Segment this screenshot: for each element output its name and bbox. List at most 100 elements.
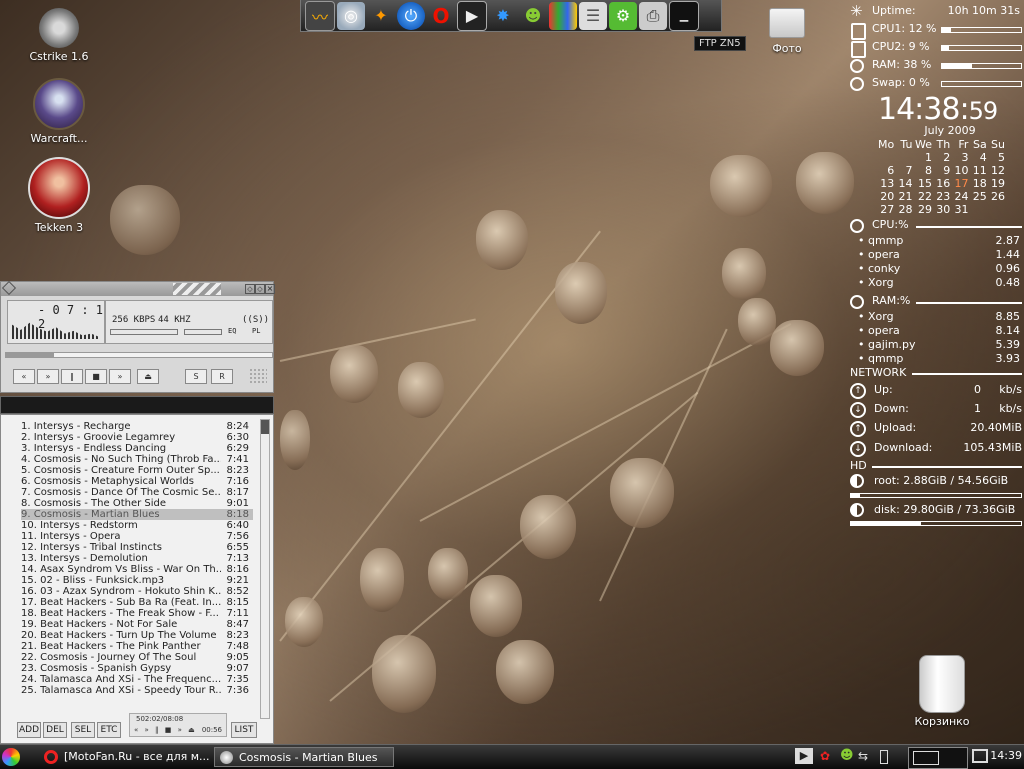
calendar-month: July 2009 [924, 124, 976, 137]
taskbar-clock[interactable]: 14:39 [990, 749, 1022, 762]
desktop-icon-trash[interactable]: Корзинко [897, 655, 987, 728]
audio-waveform-icon[interactable]: 〰 [305, 0, 335, 31]
terminal-icon[interactable]: ▁ [669, 0, 699, 31]
disk-icon[interactable]: ◎ [337, 1, 365, 30]
playlist-row[interactable]: 12. Intersys - Tribal Instincts 6:55 [21, 542, 253, 553]
playlist-scrollbar[interactable] [260, 419, 270, 719]
start-menu-icon[interactable] [2, 748, 20, 766]
calendar-day: 5 [998, 151, 1005, 164]
balance-slider[interactable] [184, 329, 222, 335]
calendar-day: 29 [918, 203, 932, 216]
playlist-row[interactable]: 15. 02 - Bliss - Funksick.mp3 9:21 [21, 575, 253, 586]
desktop-icon-label: Tekken 3 [34, 221, 84, 234]
network-icon[interactable]: ✸ [489, 2, 517, 30]
minimize-icon[interactable]: ◇ [245, 284, 255, 294]
tray-media-play-icon[interactable]: ▶ [795, 748, 813, 764]
playlist-row[interactable]: 16. 03 - Azax Syndrom - Hokuto Shin K...… [21, 586, 253, 597]
playlist-row[interactable]: 4. Cosmosis - No Such Thing (Throb Fa...… [21, 454, 253, 465]
playlist-row[interactable]: 8. Cosmosis - The Other Side 9:01 [21, 498, 253, 509]
power-icon[interactable]: ⏻ [397, 1, 425, 30]
calendar-day: 28 [898, 203, 913, 216]
elapsed-time[interactable]: - 0 7 : 1 2 [38, 303, 104, 331]
taskbar-item-player[interactable]: Cosmosis - Martian Blues [214, 747, 394, 767]
shuffle-button[interactable]: S [185, 369, 207, 384]
up-value: 0 [974, 383, 981, 396]
next-button[interactable]: » [109, 369, 131, 384]
add-button[interactable]: ADD [17, 722, 41, 738]
playlist-row[interactable]: 21. Beat Hackers - The Pink Panther 7:48 [21, 641, 253, 652]
stop-button[interactable]: ■ [85, 369, 107, 384]
playlist-row[interactable]: 18. Beat Hackers - The Freak Show - F...… [21, 608, 253, 619]
etc-button[interactable]: ETC [97, 722, 121, 738]
tray-battery-icon[interactable] [880, 750, 888, 764]
desktop-icon-cstrike[interactable]: Cstrike 1.6 [14, 8, 104, 63]
playlist-row[interactable]: 2. Intersys - Groovie Legamrey 6:30 [21, 432, 253, 443]
media-play-icon[interactable]: ▶ [457, 0, 487, 31]
volume-slider[interactable] [110, 329, 178, 335]
colors-icon[interactable] [549, 1, 577, 30]
eject-button[interactable]: ⏏ [137, 369, 159, 384]
playlist-row[interactable]: 23. Cosmosis - Spanish Gypsy 9:07 [21, 663, 253, 674]
playlist-row[interactable]: 25. Talamasca And XSi - Speedy Tour R...… [21, 685, 253, 696]
utility-icon[interactable]: ⚙ [609, 1, 637, 30]
pause-button[interactable]: ‖ [61, 369, 83, 384]
printer-icon[interactable]: ⎙ [639, 1, 667, 30]
desktop-icon-foto[interactable]: Фото [742, 8, 832, 55]
playlist-row[interactable]: 11. Intersys - Opera 7:56 [21, 531, 253, 542]
playlist-row[interactable]: 14. Asax Syndrom Vs Bliss - War On Th...… [21, 564, 253, 575]
track-duration: 6:30 [226, 432, 249, 443]
playlist-row[interactable]: 19. Beat Hackers - Not For Sale 8:47 [21, 619, 253, 630]
cpu1-icon [851, 23, 866, 40]
previous-button[interactable]: « [13, 369, 35, 384]
playlist-titlebar[interactable] [0, 396, 274, 414]
track-duration: 8:23 [226, 630, 249, 641]
pl-toggle[interactable]: PL [252, 327, 260, 335]
list-button[interactable]: LIST [231, 722, 257, 738]
scrollbar-thumb[interactable] [261, 420, 269, 434]
rewind-button[interactable]: » [37, 369, 59, 384]
taskbar-item-browser[interactable]: [MotoFan.Ru - все для м... [40, 747, 210, 767]
track-duration: 8:24 [226, 421, 249, 432]
playlist-row[interactable]: 5. Cosmosis - Creature Form Outer Sp... 8… [21, 465, 253, 476]
track-duration: 9:07 [226, 663, 249, 674]
process-row: conky 0.96 [858, 262, 1022, 276]
track-duration: 6:29 [226, 443, 249, 454]
repeat-button[interactable]: R [211, 369, 233, 384]
close-icon[interactable]: × [265, 284, 275, 294]
files-icon[interactable]: ☰ [579, 1, 607, 30]
eq-toggle[interactable]: EQ [228, 327, 236, 335]
playlist-row[interactable]: 22. Cosmosis - Journey Of The Soul 9:05 [21, 652, 253, 663]
playlist-row[interactable]: 10. Intersys - Redstorm 6:40 [21, 520, 253, 531]
tools-icon[interactable]: ✦ [367, 2, 395, 30]
upload-icon: ↑ [850, 421, 866, 437]
playlist-row[interactable]: 13. Intersys - Demolution 7:13 [21, 553, 253, 564]
process-value: 8.85 [995, 310, 1021, 323]
select-button[interactable]: SEL [71, 722, 95, 738]
tray-user-icon[interactable]: ☻ [840, 748, 854, 764]
playlist-row[interactable]: 24. Talamasca And XSi - The Frequenc... 7… [21, 674, 253, 685]
delete-button[interactable]: DEL [43, 722, 67, 738]
process-row: gajim.py 5.39 [858, 338, 1022, 352]
playlist-row[interactable]: 9. Cosmosis - Martian Blues 8:18 [21, 509, 253, 520]
mini-controls[interactable]: « » ‖ ■ » ⏏ [134, 726, 197, 734]
playlist-row[interactable]: 7. Cosmosis - Dance Of The Cosmic Se... 8… [21, 487, 253, 498]
desktop-icon-warcraft[interactable]: Warcraft... [14, 78, 104, 145]
tray-network-icon[interactable]: ⇆ [858, 748, 874, 764]
playlist-row[interactable]: 20. Beat Hackers - Turn Up The Volume 8:2… [21, 630, 253, 641]
seek-bar[interactable] [5, 352, 273, 358]
desktop-icon-tekken[interactable]: Tekken 3 [14, 157, 104, 234]
down-value: 1 [974, 402, 981, 415]
playlist-row[interactable]: 1. Intersys - Recharge 8:24 [21, 421, 253, 432]
menu-icon[interactable] [1, 280, 17, 296]
player-titlebar[interactable]: ◇ ◇ × [1, 280, 275, 296]
shade-icon[interactable]: ◇ [255, 284, 265, 294]
playlist-row[interactable]: 6. Cosmosis - Metaphysical Worlds 7:16 [21, 476, 253, 487]
playlist-row[interactable]: 3. Intersys - Endless Dancing 6:29 [21, 443, 253, 454]
opera-icon[interactable]: O [427, 2, 455, 30]
tray-opera-icon[interactable]: ✿ [820, 749, 834, 763]
show-desktop-icon[interactable] [972, 749, 988, 763]
user-icon[interactable]: ☻ [519, 2, 547, 30]
resize-grip-icon[interactable] [249, 368, 267, 384]
playlist-row[interactable]: 17. Beat Hackers - Sub Ba Ra (Feat. In..… [21, 597, 253, 608]
desktop-pager[interactable] [908, 747, 968, 769]
